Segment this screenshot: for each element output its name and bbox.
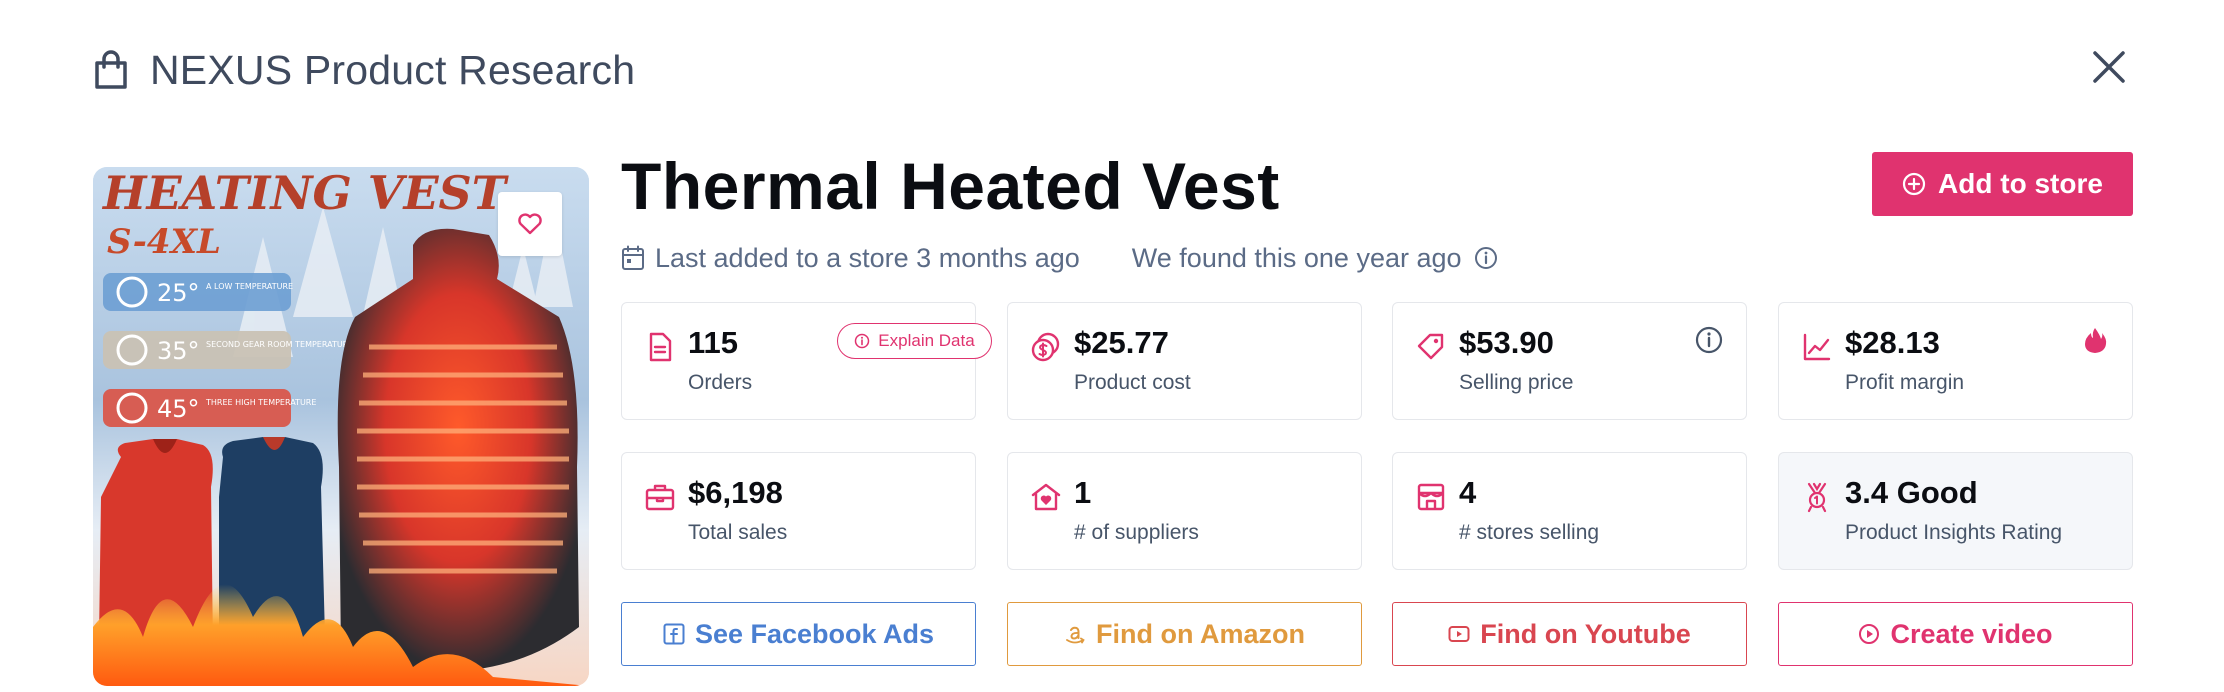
last-added-text: Last added to a store 3 months ago	[655, 242, 1080, 273]
see-facebook-ads-label: See Facebook Ads	[694, 618, 935, 649]
stat-card-profit-margin: $28.13 Profit margin	[1778, 302, 2133, 420]
insights-rating-label: Product Insights Rating	[1845, 521, 2063, 544]
add-to-store-button[interactable]: Add to store	[1872, 152, 2133, 216]
shopping-bag-icon	[95, 50, 127, 89]
info-icon[interactable]	[1474, 246, 1498, 270]
selling-price-label: Selling price	[1459, 371, 1574, 394]
plus-circle-icon	[1902, 172, 1926, 196]
stat-card-orders: 115 Orders	[621, 302, 976, 420]
play-circle-icon	[1859, 624, 1880, 644]
see-facebook-ads-button[interactable]: See Facebook Ads	[621, 602, 976, 666]
temp-mode-1: 25° A LOW TEMPERATURE	[103, 273, 293, 311]
close-icon	[2093, 51, 2125, 83]
info-icon[interactable]	[1694, 325, 1724, 355]
svg-text:A LOW TEMPERATURE: A LOW TEMPERATURE	[206, 282, 293, 291]
profit-margin-value: $28.13	[1845, 325, 1940, 360]
product-meta: Last added to a store 3 months ago We fo…	[621, 240, 1498, 276]
stores-selling-label: # stores selling	[1459, 521, 1600, 544]
youtube-icon	[1448, 626, 1470, 642]
selling-price-value: $53.90	[1459, 325, 1554, 360]
price-tag-icon	[1417, 333, 1444, 360]
create-video-button[interactable]: Create video	[1778, 602, 2133, 666]
explain-data-label: Explain Data	[878, 331, 975, 350]
stat-card-insights-rating: 3.4 Good Product Insights Rating	[1778, 452, 2133, 570]
suppliers-label: # of suppliers	[1074, 521, 1199, 544]
add-to-store-label: Add to store	[1938, 168, 2103, 199]
create-video-label: Create video	[1890, 618, 2053, 649]
supplier-house-icon	[1031, 483, 1061, 511]
orders-value: 115	[688, 325, 739, 360]
find-on-amazon-label: Find on Amazon	[1096, 618, 1305, 649]
total-sales-label: Total sales	[688, 521, 788, 544]
modal-title: NEXUS Product Research	[150, 46, 636, 93]
favorite-button[interactable]	[498, 192, 562, 256]
insights-rating-value: 3.4 Good	[1845, 475, 1978, 510]
product-title: Thermal Heated Vest	[621, 149, 1280, 223]
amazon-icon	[1066, 626, 1085, 644]
stat-card-total-sales: $6,198 Total sales	[621, 452, 976, 570]
explain-data-button[interactable]: Explain Data	[837, 323, 992, 359]
found-text: We found this one year ago	[1131, 242, 1462, 273]
find-on-youtube-button[interactable]: Find on Youtube	[1392, 602, 1747, 666]
calendar-icon	[622, 245, 644, 270]
product-cost-value: $25.77	[1074, 325, 1169, 360]
svg-text:35°: 35°	[157, 337, 200, 365]
total-sales-value: $6,198	[688, 475, 783, 510]
stat-card-suppliers: 1 # of suppliers	[1007, 452, 1362, 570]
line-chart-icon	[1803, 333, 1831, 361]
close-button[interactable]	[2086, 44, 2132, 90]
temp-mode-3: 45° THREE HIGH TEMPERATURE	[103, 389, 316, 427]
stores-selling-value: 4	[1459, 475, 1477, 510]
coins-icon	[1031, 332, 1060, 362]
svg-text:25°: 25°	[157, 279, 200, 307]
stat-card-stores-selling: 4 # stores selling	[1392, 452, 1747, 570]
stat-card-selling-price: $53.90 Selling price	[1392, 302, 1747, 420]
product-cost-label: Product cost	[1074, 371, 1191, 394]
svg-text:SECOND GEAR ROOM TEMPERATURE: SECOND GEAR ROOM TEMPERATURE	[206, 340, 353, 349]
stat-card-product-cost: $25.77 Product cost	[1007, 302, 1362, 420]
storefront-icon	[1417, 483, 1445, 511]
image-sizes: S-4XL	[107, 222, 221, 262]
svg-text:THREE HIGH TEMPERATURE: THREE HIGH TEMPERATURE	[205, 398, 316, 407]
find-on-youtube-label: Find on Youtube	[1480, 618, 1691, 649]
image-headline: HEATING VEST	[101, 167, 510, 220]
facebook-icon	[663, 623, 685, 645]
info-icon	[855, 333, 870, 349]
find-on-amazon-button[interactable]: Find on Amazon	[1007, 602, 1362, 666]
suppliers-value: 1	[1074, 475, 1092, 510]
svg-text:45°: 45°	[157, 395, 200, 423]
fire-icon	[2085, 328, 2107, 353]
modal-header: NEXUS Product Research	[92, 40, 635, 100]
profit-margin-label: Profit margin	[1845, 371, 1965, 394]
heart-icon	[518, 213, 542, 235]
orders-label: Orders	[688, 371, 753, 394]
document-icon	[649, 332, 672, 362]
briefcase-icon	[645, 484, 675, 511]
award-ribbon-icon	[1807, 482, 1827, 513]
